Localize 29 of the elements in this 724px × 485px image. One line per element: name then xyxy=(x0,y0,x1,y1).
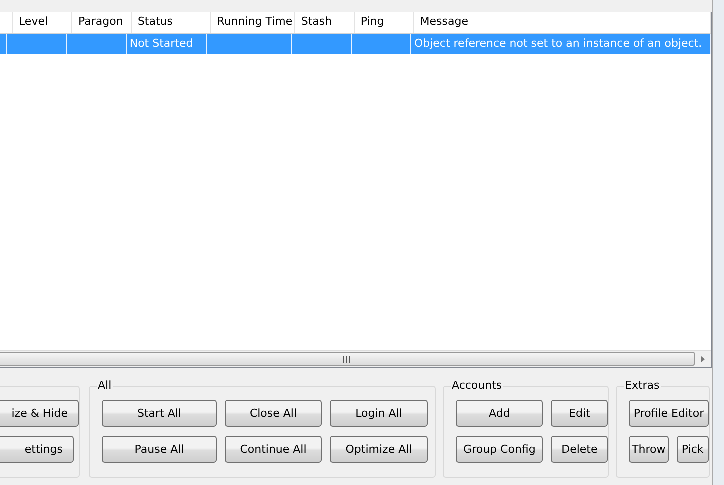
action-button[interactable]: Delete xyxy=(551,436,608,463)
column-header[interactable]: Status xyxy=(138,15,173,28)
group-title: Accounts xyxy=(451,379,504,392)
table-cell: Not Started xyxy=(130,37,194,50)
action-button[interactable]: Optimize All xyxy=(330,436,428,463)
right-arrow-icon[interactable] xyxy=(701,356,705,362)
table-cell: Object reference not set to an instance of an object. xyxy=(414,37,702,50)
action-button[interactable]: Close All xyxy=(225,400,322,427)
column-header[interactable]: Ping xyxy=(360,15,384,28)
group-title: All xyxy=(97,379,113,392)
column-header[interactable]: Level xyxy=(19,15,48,28)
action-button[interactable]: ize & Hide xyxy=(0,400,79,427)
column-header[interactable]: Running Time xyxy=(217,15,293,28)
action-button[interactable]: Profile Editor xyxy=(629,400,709,427)
action-button[interactable]: Continue All xyxy=(225,436,322,463)
action-button[interactable]: Add xyxy=(456,400,544,427)
grip-icon xyxy=(343,356,351,362)
column-header[interactable]: Stash xyxy=(301,15,332,28)
action-button[interactable]: ettings xyxy=(0,436,74,463)
action-button[interactable]: Group Config xyxy=(456,436,544,463)
action-button[interactable]: Pick xyxy=(676,436,709,463)
action-button[interactable]: Throw xyxy=(629,436,669,463)
action-button[interactable]: Login All xyxy=(330,400,428,427)
column-header[interactable]: Paragon xyxy=(78,15,124,28)
column-header[interactable]: Message xyxy=(420,15,468,28)
action-button[interactable]: Pause All xyxy=(102,436,217,463)
action-button[interactable]: Edit xyxy=(551,400,608,427)
action-button[interactable]: Start All xyxy=(102,400,217,427)
group-title: Extras xyxy=(624,379,661,392)
